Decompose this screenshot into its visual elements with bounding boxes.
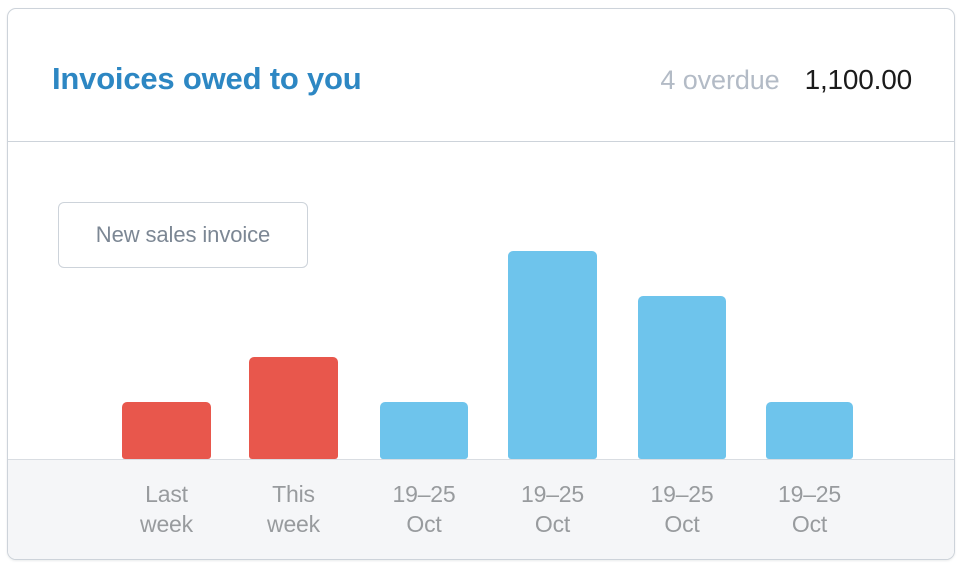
chart-x-label-line: week (140, 511, 193, 537)
invoices-card: Invoices owed to you 4 overdue 1,100.00 … (7, 8, 955, 560)
card-body: Last week This week 19–25 Oct 19–25 Oct 19–25 Oct… (8, 142, 954, 559)
chart-x-label: Last week (102, 479, 231, 539)
chart-x-label: 19–25 Oct (618, 479, 746, 539)
chart-bar[interactable] (766, 402, 853, 459)
chart-bar[interactable] (249, 357, 338, 459)
header-summary: 4 overdue 1,100.00 (660, 64, 912, 96)
chart-x-label-line: 19–25 (521, 481, 584, 507)
chart-bars (8, 142, 954, 459)
chart-x-label-line: 19–25 (392, 481, 456, 507)
chart-x-label-line: Last (145, 481, 188, 507)
chart-x-label-line: week (267, 511, 320, 537)
chart-x-label: 19–25 Oct (488, 479, 617, 539)
new-sales-invoice-button[interactable]: New sales invoice (58, 202, 308, 268)
chart-bar[interactable] (508, 251, 597, 459)
chart-x-label: This week (229, 479, 358, 539)
chart-bar[interactable] (380, 402, 468, 459)
chart-x-label-line: Oct (664, 511, 700, 537)
overdue-count-label: 4 overdue (660, 65, 780, 95)
screen: Invoices owed to you 4 overdue 1,100.00 … (0, 0, 968, 579)
chart-x-label-line: Oct (791, 511, 828, 537)
chart-plot-area (8, 142, 954, 459)
chart-x-label: 19–25 Oct (360, 479, 488, 539)
chart-x-label-line: 19–25 (650, 481, 714, 507)
chart-bar[interactable] (638, 296, 726, 459)
chart-x-label-line: Oct (406, 511, 442, 537)
chart-bar[interactable] (122, 402, 211, 459)
chart-x-label-line: 19–25 (778, 481, 841, 507)
chart-x-label: 19–25 Oct (746, 479, 873, 539)
card-header: Invoices owed to you 4 overdue 1,100.00 (8, 9, 954, 142)
page-title: Invoices owed to you (52, 61, 362, 96)
total-amount-value: 1,100.00 (804, 64, 913, 95)
chart-x-label-line: This (272, 481, 315, 507)
chart-x-label-line: Oct (534, 511, 571, 537)
chart-x-axis-labels: Last week This week 19–25 Oct 19–25 Oct 19–25 Oct… (8, 460, 954, 559)
